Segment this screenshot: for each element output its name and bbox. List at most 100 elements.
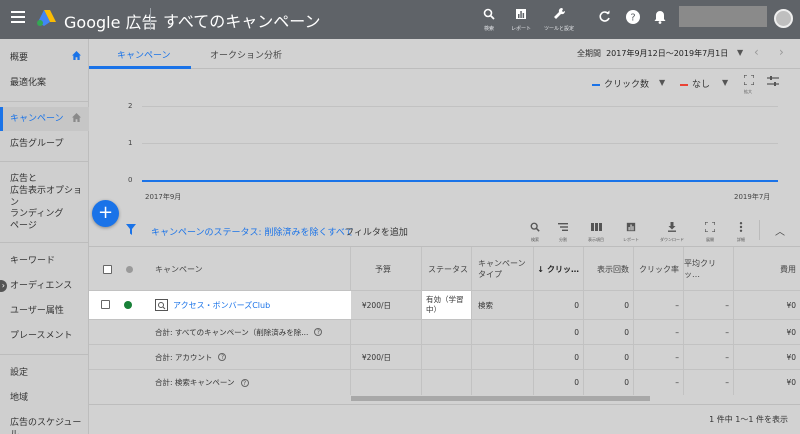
row-checkbox[interactable] <box>101 300 110 309</box>
sidebar-item-settings[interactable]: 設定 <box>10 367 28 379</box>
table-search-button[interactable]: 検索 <box>521 217 549 243</box>
ctr-cell: – <box>634 320 684 344</box>
segment-button[interactable]: 分割 <box>549 217 577 243</box>
date-range-value: 2017年9月12日〜2019年7月1日 <box>606 49 729 58</box>
sidebar-item-overview[interactable]: 概要 <box>10 52 28 64</box>
search-icon <box>530 222 540 232</box>
sidebar-item-ads-extensions[interactable]: 広告と 広告表示オプション <box>10 173 88 209</box>
ctr-cell: – <box>634 370 684 395</box>
status-filter-chip[interactable]: キャンペーンのステータス: 削除済みを除くすべて <box>151 225 353 238</box>
date-range-picker[interactable]: 全期間 2017年9月12日〜2019年7月1日 <box>577 48 728 59</box>
cost-cell: ¥0 <box>786 378 796 387</box>
sidebar-item-ad-schedule[interactable]: 広告のスケジュール <box>10 417 88 434</box>
toolbar-divider <box>759 220 760 240</box>
metric1-selector[interactable]: クリック数 <box>592 77 649 90</box>
header-campaign-type[interactable]: キャンペーン タイプ <box>472 247 534 291</box>
sidebar-item-placements[interactable]: プレースメント <box>10 330 73 342</box>
refresh-icon[interactable] <box>598 10 611 23</box>
dropdown-caret-icon[interactable]: ▼ <box>737 48 743 57</box>
expand-table-button[interactable]: 展開 <box>696 217 724 243</box>
totals-label: 合計: 検索キャンペーン <box>155 378 235 387</box>
search-label: 検索 <box>483 26 494 32</box>
header-clicks[interactable]: ↓ クリッ… <box>534 247 584 291</box>
reports-button[interactable]: レポート <box>503 5 539 32</box>
header-cost[interactable]: 費用 <box>734 247 800 291</box>
home-icon[interactable] <box>72 113 81 122</box>
clicks-cell: 0 <box>534 320 584 344</box>
horizontal-scrollbar[interactable] <box>351 396 650 401</box>
home-icon[interactable] <box>72 51 81 60</box>
reports-label: レポート <box>510 26 531 32</box>
bell-icon[interactable] <box>654 10 666 24</box>
columns-icon <box>590 223 602 231</box>
totals-label: 合計: すべてのキャンペーン（削除済みを除... <box>155 327 309 337</box>
header-impressions[interactable]: 表示回数 <box>584 247 634 291</box>
filter-icon[interactable] <box>126 224 136 235</box>
search-button[interactable]: 検索 <box>471 5 507 32</box>
totals-label-cell: 合計: すべてのキャンペーン（削除済みを除...? <box>147 320 351 344</box>
help-icon[interactable]: ? <box>240 378 249 387</box>
tool-label: 分割 <box>559 237 567 242</box>
y-tick-label: 1 <box>128 139 133 147</box>
metric2-selector[interactable]: なし <box>680 77 710 90</box>
sidebar-item-demographics[interactable]: ユーザー属性 <box>10 305 64 317</box>
sidebar-item-locations[interactable]: 地域 <box>10 392 28 404</box>
sidebar-item-ad-groups[interactable]: 広告グループ <box>10 138 63 150</box>
y-tick-label: 0 <box>128 176 133 184</box>
clicks-cell: 0 <box>534 291 584 319</box>
sidebar-item-keywords[interactable]: キーワード <box>10 255 55 267</box>
header-status[interactable]: ステータス <box>422 247 472 291</box>
sidebar-item-landing-pages[interactable]: ランディング ページ <box>10 208 63 232</box>
dropdown-caret-icon[interactable]: ▼ <box>722 78 728 87</box>
expand-icon[interactable] <box>744 75 754 85</box>
tab-campaigns[interactable]: キャンペーン <box>117 48 171 61</box>
filter-bar: キャンペーンのステータス: 削除済みを除くすべて フィルタを追加 検索 分割 表… <box>89 220 800 243</box>
reports-button[interactable]: レポート <box>617 217 645 243</box>
sidebar-item-audiences[interactable]: オーディエンス <box>10 280 72 292</box>
fullscreen-icon <box>704 221 716 233</box>
download-button[interactable]: ダウンロード <box>658 217 686 243</box>
budget-cell[interactable]: ¥200/日 <box>351 291 422 319</box>
metric1-swatch <box>592 83 600 86</box>
account-selector[interactable] <box>679 6 767 27</box>
prev-period-icon[interactable]: ‹ <box>754 45 759 59</box>
dropdown-caret-icon[interactable]: ▼ <box>659 78 665 87</box>
tool-label: レポート <box>623 237 639 242</box>
collapse-chevron-icon[interactable]: ︿ <box>775 223 785 238</box>
sidebar-divider <box>0 161 89 162</box>
campaign-table: キャンペーン 予算 ステータス キャンペーン タイプ ↓ クリッ… 表示回数 クリ… <box>89 246 800 401</box>
add-filter-button[interactable]: フィルタを追加 <box>345 225 408 238</box>
enabled-status-dot[interactable] <box>124 301 132 309</box>
help-icon[interactable]: ? <box>626 10 640 24</box>
table-footer: 1 件中 1〜1 件を表示 <box>89 404 800 434</box>
menu-icon[interactable] <box>11 11 25 23</box>
status-cell <box>422 320 472 344</box>
sidebar-item-recommendations[interactable]: 最適化案 <box>10 77 46 89</box>
gridline <box>142 143 778 144</box>
status-dot-header <box>126 265 133 273</box>
more-button[interactable]: 詳細 <box>727 217 755 243</box>
sidebar-item-campaigns[interactable]: キャンペーン <box>10 113 64 125</box>
help-icon[interactable]: ? <box>218 353 227 361</box>
header-budget[interactable]: 予算 <box>351 247 422 291</box>
table-row[interactable]: アクセス・ボンバーズClub ¥200/日 有効（学習 中） 検索 0 0 – … <box>89 291 800 320</box>
title-divider <box>150 8 151 30</box>
add-campaign-button[interactable]: + <box>92 200 119 227</box>
header-ctr[interactable]: クリック率 <box>634 247 684 291</box>
next-period-icon[interactable]: › <box>779 45 784 59</box>
header-avg-cpc[interactable]: 平均クリッ… <box>684 247 734 291</box>
avatar[interactable] <box>774 9 793 28</box>
totals-row: 合計: すべてのキャンペーン（削除済みを除...? 0 0 – – ¥0 <box>89 320 800 345</box>
tools-button[interactable]: ツールと設定 <box>541 5 577 32</box>
select-all-checkbox[interactable] <box>103 264 112 274</box>
chart-settings-icon[interactable] <box>767 75 779 87</box>
status-cell[interactable]: 有効（学習 中） <box>422 291 472 319</box>
columns-button[interactable]: 表示項目 <box>582 217 610 243</box>
tab-auction-insights[interactable]: オークション分析 <box>210 48 282 61</box>
sidebar-divider <box>0 242 89 243</box>
help-icon[interactable]: ? <box>314 328 323 336</box>
sidebar-divider <box>0 354 89 355</box>
header-campaign[interactable]: キャンペーン <box>147 247 351 291</box>
sidebar-expand-button[interactable]: › <box>0 280 7 292</box>
campaign-name-link[interactable]: アクセス・ボンバーズClub <box>173 300 270 311</box>
